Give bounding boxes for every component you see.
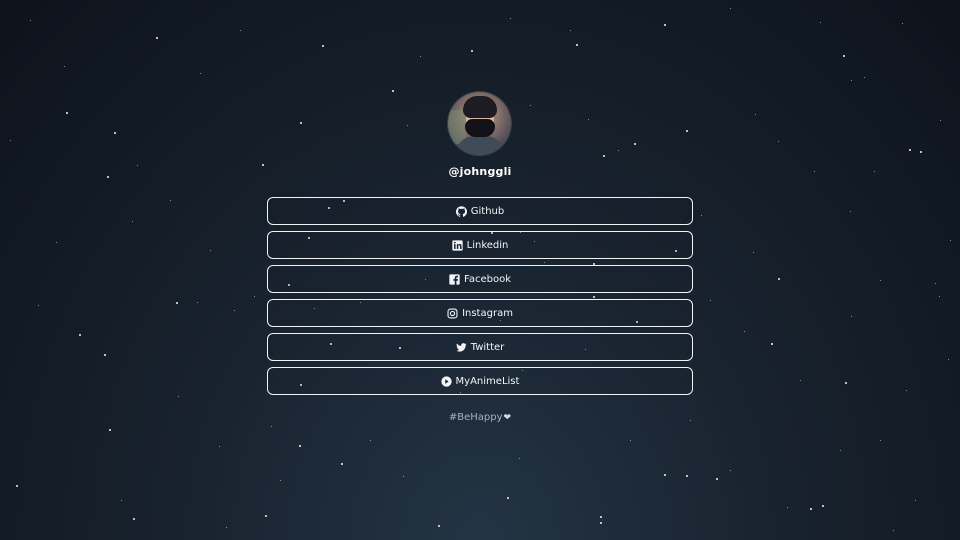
instagram-link-button[interactable]: Instagram [267,299,693,327]
heart-icon: ❤ [503,413,512,423]
instagram-link-label: Instagram [462,307,513,319]
myanimelist-link-button[interactable]: MyAnimeList [267,367,693,395]
instagram-icon [447,307,458,319]
myanimelist-link-label: MyAnimeList [455,375,520,387]
avatar-hair [463,96,497,118]
facebook-link-label: Facebook [464,273,511,285]
facebook-icon [449,273,460,285]
social-links-list: Github Linkedin Facebook Instagram Twitt… [267,197,693,401]
github-link-label: Github [470,205,505,217]
avatar-mask [465,119,495,137]
footer-tagline: #BeHappy❤ [0,412,960,423]
avatar-shirt [456,136,504,155]
play-circle-icon [440,375,452,387]
profile-page: @johnggli Github Linkedin Facebook Insta… [0,0,960,540]
linkedin-link-button[interactable]: Linkedin [267,231,693,259]
linkedin-icon [451,239,463,251]
twitter-icon [455,342,467,353]
profile-avatar [448,92,511,155]
profile-handle: @johnggli [448,165,512,178]
github-link-button[interactable]: Github [267,197,693,225]
twitter-link-label: Twitter [470,341,505,353]
footer-text: #BeHappy [448,412,503,423]
facebook-link-button[interactable]: Facebook [267,265,693,293]
github-icon [455,205,467,217]
twitter-link-button[interactable]: Twitter [267,333,693,361]
linkedin-link-label: Linkedin [466,239,509,251]
